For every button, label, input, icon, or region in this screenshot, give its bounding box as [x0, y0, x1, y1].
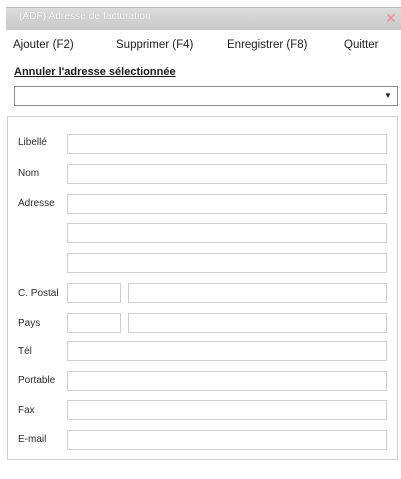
- save-menu-item[interactable]: Enregistrer (F8): [227, 39, 308, 51]
- close-icon[interactable]: ✕: [384, 10, 398, 26]
- country-name-field[interactable]: [128, 313, 387, 333]
- city-field[interactable]: [128, 283, 387, 303]
- nom-label: Nom: [18, 168, 40, 179]
- chevron-down-icon[interactable]: ▼: [381, 89, 395, 103]
- adresse-line3-field[interactable]: [67, 253, 387, 273]
- portable-field[interactable]: [67, 371, 387, 391]
- quit-menu-item[interactable]: Quitter: [344, 39, 379, 51]
- add-menu-item[interactable]: Ajouter (F2): [13, 39, 74, 51]
- email-field[interactable]: [67, 430, 387, 450]
- cancel-address-link[interactable]: Annuler l'adresse sélectionnée: [14, 66, 176, 78]
- menu-bar: Ajouter (F2) Supprimer (F4) Enregistrer …: [6, 30, 401, 60]
- portable-label: Portable: [18, 375, 56, 386]
- adresse-label: Adresse: [18, 198, 55, 209]
- adresse-line1-field[interactable]: [67, 194, 387, 214]
- billing-address-window: (ADF) Adresse de facturation ✕ Ajouter (…: [0, 0, 401, 479]
- libelle-label: Libellé: [18, 137, 47, 148]
- email-label: E-mail: [18, 434, 47, 445]
- delete-menu-item[interactable]: Supprimer (F4): [116, 39, 193, 51]
- tel-label: Tél: [18, 346, 32, 357]
- country-code-field[interactable]: [67, 313, 121, 333]
- adresse-line2-field[interactable]: [67, 223, 387, 243]
- title-bar[interactable]: (ADF) Adresse de facturation ✕: [6, 7, 401, 30]
- tel-field[interactable]: [67, 341, 387, 361]
- window-title: (ADF) Adresse de facturation: [19, 11, 151, 22]
- address-select[interactable]: ▼: [14, 86, 398, 106]
- fax-label: Fax: [18, 405, 35, 416]
- pays-label: Pays: [18, 318, 41, 329]
- fax-field[interactable]: [67, 400, 387, 420]
- nom-field[interactable]: [67, 164, 387, 184]
- libelle-field[interactable]: [67, 134, 387, 154]
- postal-code-field[interactable]: [67, 283, 121, 303]
- postal-code-label: C. Postal: [18, 288, 59, 299]
